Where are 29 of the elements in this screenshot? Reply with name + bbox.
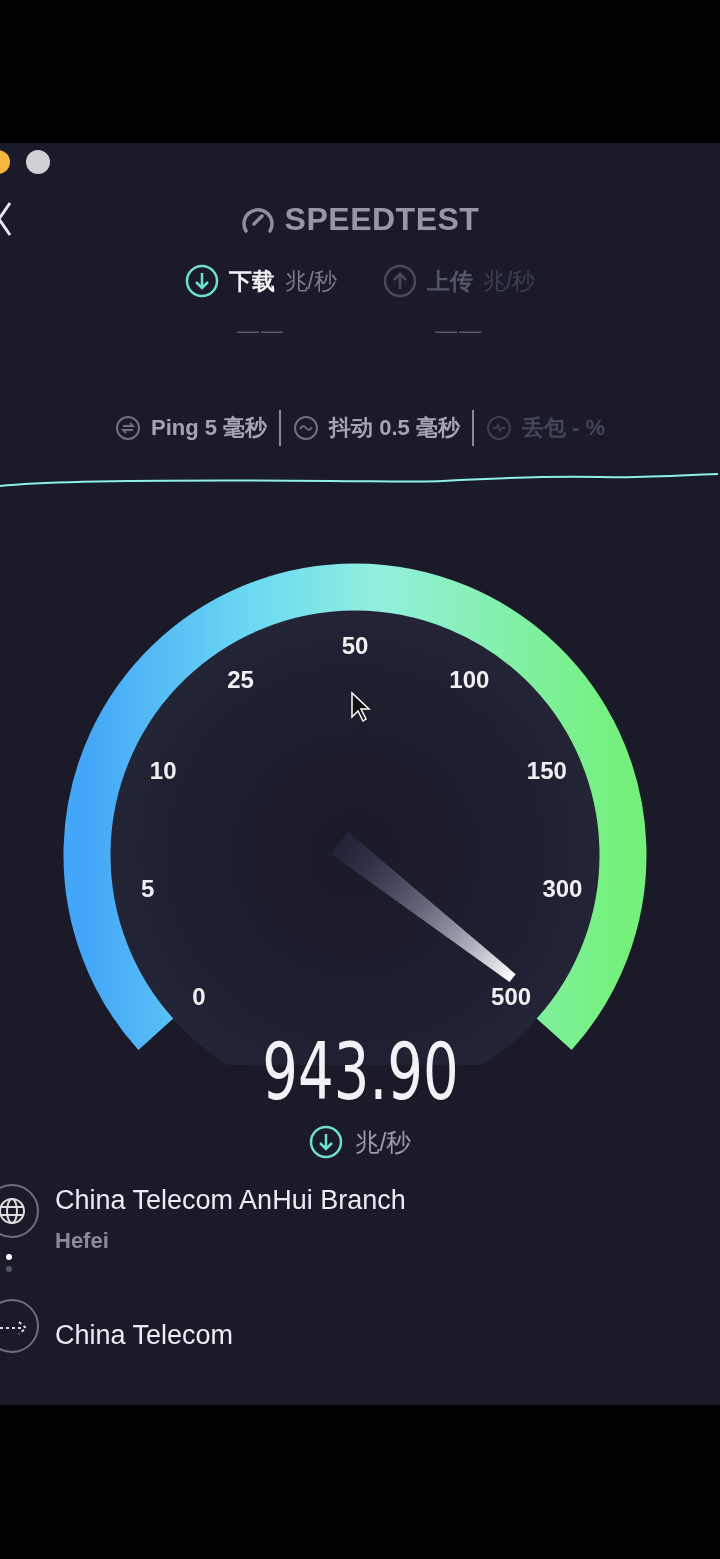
metric-text: 抖动 0.5 毫秒 (329, 414, 460, 442)
speed-unit: 兆/秒 (354, 1126, 412, 1158)
cursor-icon (351, 691, 371, 723)
download-icon (184, 264, 219, 298)
metric-text: Ping 5 毫秒 (150, 414, 268, 442)
gauge-label: 50 (341, 632, 369, 659)
speed-tab[interactable]: 下载 兆/秒 (184, 264, 337, 298)
gauge-label: 100 (449, 665, 490, 693)
speed-value: —— (236, 318, 285, 344)
back-icon[interactable] (0, 202, 12, 236)
connection-location: Hefei (55, 1228, 110, 1254)
upload-icon (383, 264, 417, 298)
jitter-icon (293, 415, 320, 441)
gauge-label: 5 (140, 874, 155, 902)
connection-name: China Telecom AnHui Branch (55, 1185, 406, 1216)
speed-value: —— (435, 318, 484, 344)
ping-icon (114, 415, 141, 441)
loss-icon (485, 415, 512, 441)
gauge-label: 150 (526, 756, 567, 784)
app-title: SPEEDTEST (284, 200, 480, 238)
gauge-label: 0 (192, 982, 206, 1010)
speed-reading: 943.90 (261, 1027, 459, 1117)
gauge-label: 500 (491, 982, 532, 1010)
gauge-label: 25 (227, 665, 254, 693)
download-icon (308, 1125, 343, 1159)
connection-name: China Telecom (55, 1319, 234, 1351)
window-control[interactable] (26, 150, 50, 174)
gauge-label: 300 (542, 874, 583, 902)
gauge-label: 10 (149, 756, 177, 784)
